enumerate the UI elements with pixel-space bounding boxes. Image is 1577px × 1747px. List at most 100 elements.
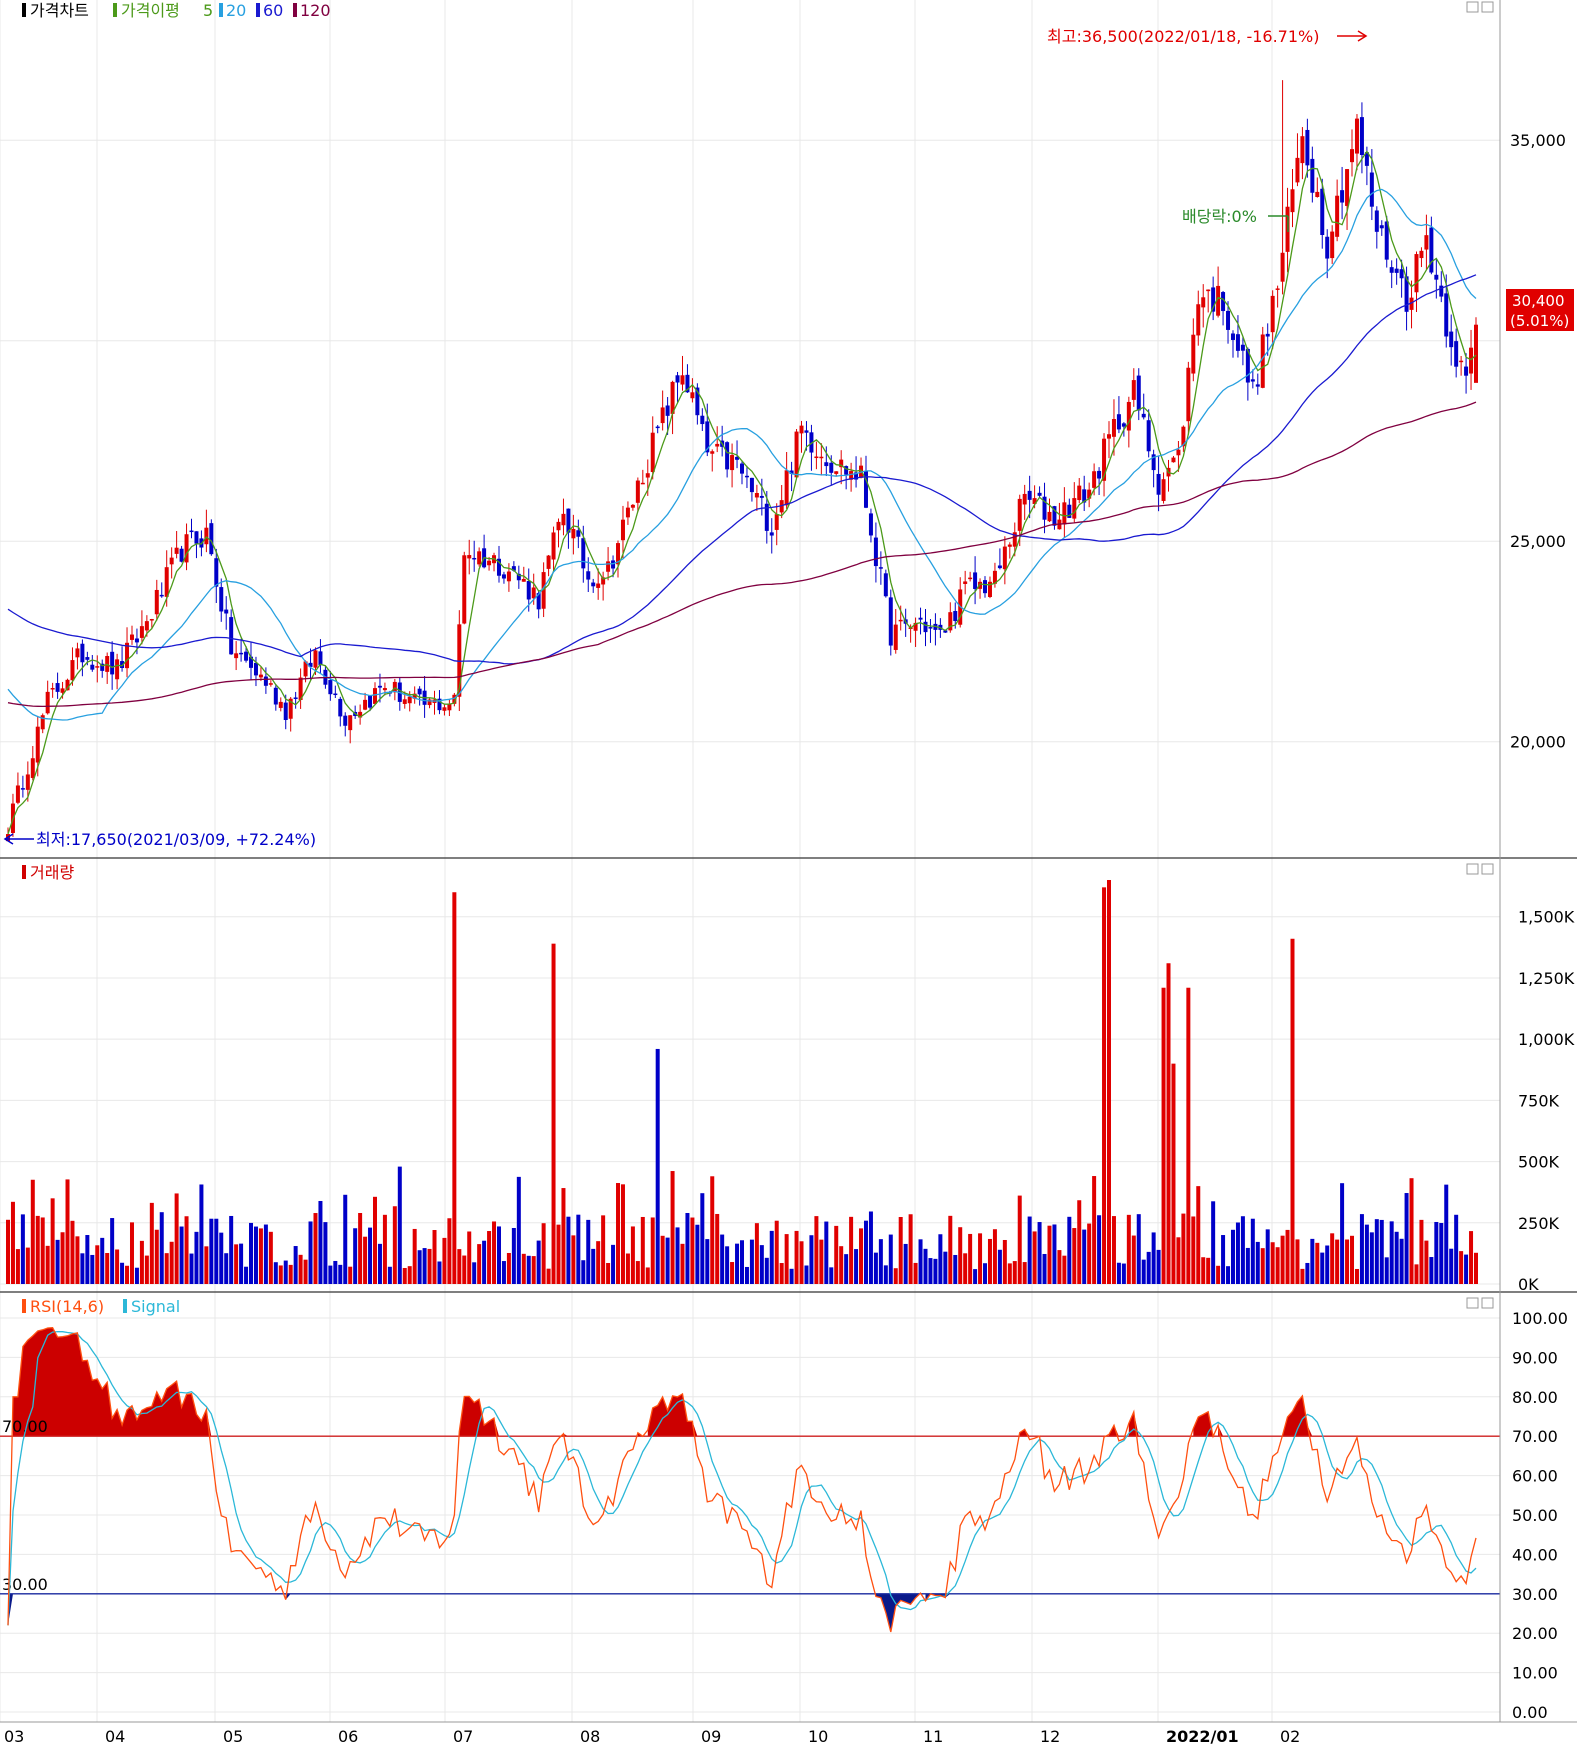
volume-bar: [35, 1215, 40, 1284]
volume-bar: [472, 1262, 477, 1284]
candle-body: [1389, 267, 1394, 273]
volume-bar: [85, 1235, 90, 1284]
minimize-icon[interactable]: [1466, 863, 1479, 875]
volume-bar: [1285, 1229, 1290, 1284]
candle-body: [50, 688, 55, 690]
volume-bar: [526, 1255, 531, 1284]
close-icon[interactable]: [1481, 863, 1494, 875]
close-icon[interactable]: [1481, 1297, 1494, 1309]
volume-bar: [105, 1253, 110, 1284]
rsi-y-tick-label: 50.00: [1512, 1506, 1558, 1525]
volume-bar: [824, 1221, 829, 1284]
candle-body: [268, 683, 273, 685]
candle-body: [154, 589, 159, 615]
x-tick-label: 09: [701, 1727, 721, 1746]
volume-bar: [928, 1258, 933, 1284]
volume-bar: [1250, 1218, 1255, 1284]
candle-body: [1146, 420, 1151, 452]
candle-body: [1449, 331, 1454, 348]
volume-bar: [893, 1268, 898, 1284]
volume-bar: [1275, 1247, 1280, 1284]
volume-bar: [25, 1247, 30, 1284]
candle-body: [645, 473, 650, 478]
volume-bar: [576, 1214, 581, 1284]
volume-bar: [680, 1243, 685, 1284]
candle-body: [258, 674, 263, 678]
volume-bar: [407, 1266, 412, 1284]
volume-bar: [958, 1227, 963, 1284]
volume-bar: [1444, 1184, 1449, 1284]
candle-body: [1201, 297, 1206, 308]
candle-body: [1464, 366, 1469, 376]
volume-bar: [665, 1237, 670, 1284]
volume-bar: [1012, 1261, 1017, 1284]
volume-bar: [1374, 1219, 1379, 1284]
volume-bar: [1404, 1193, 1409, 1284]
volume-bar: [1161, 987, 1166, 1284]
candle-body: [472, 557, 477, 560]
candle-body: [169, 557, 174, 565]
legend-ma5: 5: [203, 1, 213, 20]
volume-bar: [764, 1257, 769, 1284]
volume-bar: [933, 1258, 938, 1284]
candle-body: [868, 513, 873, 536]
minimize-icon[interactable]: [1466, 1, 1479, 13]
candle-body: [1399, 269, 1404, 279]
candle-body: [973, 572, 978, 589]
x-tick-label: 02: [1280, 1727, 1300, 1746]
candle-body: [1002, 546, 1007, 570]
high-annotation: 최고:36,500(2022/01/18, -16.71%): [1047, 27, 1368, 46]
candle-body: [1072, 498, 1077, 519]
volume-bar: [268, 1231, 273, 1284]
legend-ma20: 20: [226, 1, 246, 20]
volume-bar: [249, 1222, 254, 1284]
ma120-legend-marker: [293, 3, 297, 17]
volume-bar: [353, 1228, 358, 1284]
close-icon[interactable]: [1481, 1, 1494, 13]
volume-bar: [774, 1220, 779, 1284]
volume-bar: [521, 1253, 526, 1284]
volume-bar: [234, 1244, 239, 1284]
candle-body: [239, 652, 244, 655]
volume-bar: [720, 1234, 725, 1284]
volume-bar: [1300, 1268, 1305, 1284]
volume-bar: [1369, 1232, 1374, 1284]
volume-panel-controls[interactable]: [1466, 863, 1494, 875]
candle-body: [660, 407, 665, 424]
candle-body: [253, 662, 258, 676]
volume-bar: [541, 1223, 546, 1284]
candle-body: [338, 698, 343, 717]
volume-bar: [219, 1232, 224, 1284]
volume-bar: [209, 1218, 214, 1284]
volume-bar: [1340, 1183, 1345, 1284]
candle-body: [1047, 511, 1052, 522]
volume-bar: [427, 1248, 432, 1284]
rsi-panel-controls[interactable]: [1466, 1297, 1494, 1309]
volume-bar: [1429, 1257, 1434, 1284]
rsi-legend-marker: [22, 1299, 26, 1313]
volume-bar: [878, 1239, 883, 1284]
candle-body: [149, 619, 154, 621]
candle-body: [129, 634, 134, 640]
rsi-y-tick-label: 60.00: [1512, 1467, 1558, 1486]
volume-legend: 거래량: [22, 863, 74, 882]
volume-bar: [635, 1261, 640, 1284]
volume-bar: [551, 943, 556, 1284]
candle-body: [1434, 274, 1439, 280]
volume-bar: [546, 1268, 551, 1284]
volume-bar: [1141, 1259, 1146, 1284]
minimize-icon[interactable]: [1466, 1297, 1479, 1309]
volume-bar: [888, 1234, 893, 1284]
volume-bar: [60, 1232, 65, 1284]
volume-bar: [1017, 1195, 1022, 1284]
price-y-tick-label: 25,000: [1510, 532, 1566, 551]
volume-bar: [75, 1236, 80, 1284]
volume-bar: [596, 1241, 601, 1284]
candle-body: [1255, 384, 1260, 387]
volume-bar: [164, 1253, 169, 1284]
volume-bar: [1116, 1262, 1121, 1284]
volume-bar: [1419, 1219, 1424, 1284]
candle-body: [35, 726, 40, 763]
volume-bar: [1136, 1214, 1141, 1284]
volume-bar: [953, 1254, 958, 1284]
